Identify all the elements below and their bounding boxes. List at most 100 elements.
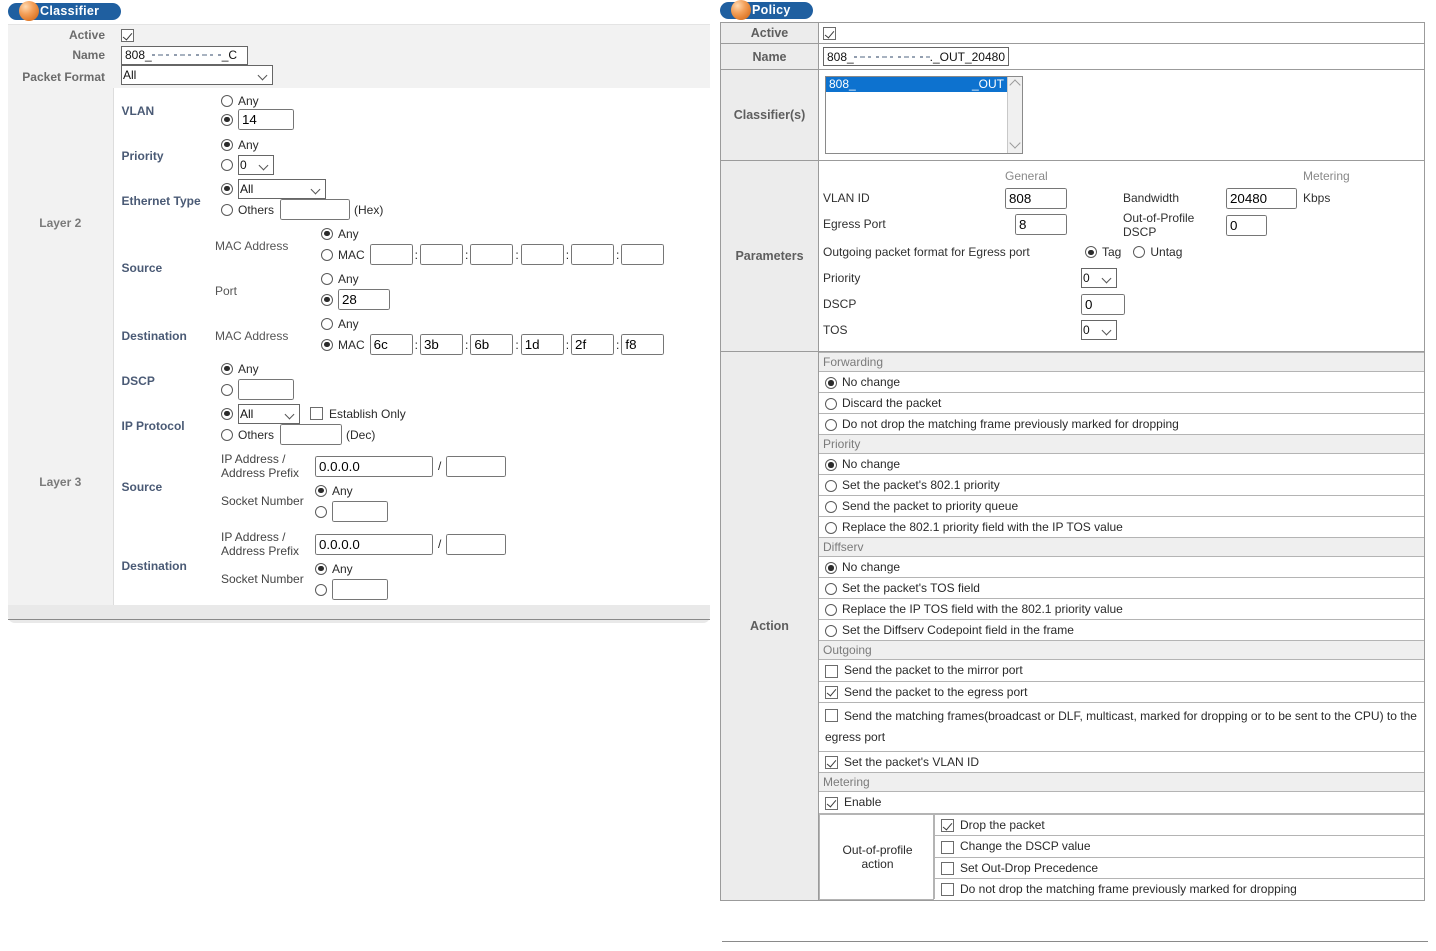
src-mac-octet-1[interactable] xyxy=(420,244,464,265)
chevron-up-icon[interactable] xyxy=(1009,79,1021,91)
packet-format-select[interactable]: All xyxy=(121,65,273,85)
src-port-input[interactable] xyxy=(338,289,390,310)
l3-src-ip-input[interactable] xyxy=(315,455,433,477)
diffserv-radio-1[interactable] xyxy=(825,583,837,596)
ethertype-others-input[interactable] xyxy=(280,199,351,220)
ethertype-select[interactable]: All xyxy=(238,178,326,199)
src-port-value-radio[interactable] xyxy=(321,293,333,306)
classifier-name-input[interactable]: 808_ _C xyxy=(121,45,248,65)
diffserv-radio-3[interactable] xyxy=(825,625,837,638)
diffserv-radio-2[interactable] xyxy=(825,604,837,617)
l3-src-socket-value-radio[interactable] xyxy=(315,505,327,518)
chevron-down-icon[interactable] xyxy=(1009,137,1021,149)
dst-mac-octet-5[interactable] xyxy=(621,334,665,355)
priority-radio-2[interactable] xyxy=(825,501,837,514)
classifier-listbox-scrollbar[interactable] xyxy=(1007,77,1022,154)
egress-port-input[interactable] xyxy=(1015,213,1067,235)
priority-select[interactable]: 0 xyxy=(238,155,274,175)
metering-enable-checkbox[interactable] xyxy=(825,796,838,810)
metering-enable-row[interactable]: Enable xyxy=(819,791,1424,814)
l3-src-socket-input[interactable] xyxy=(332,501,388,522)
priority-option-2[interactable]: Send the packet to priority queue xyxy=(819,495,1424,518)
ip-protocol-others-radio[interactable] xyxy=(221,428,233,441)
ip-protocol-select[interactable]: All xyxy=(238,403,300,424)
l3-dst-socket-input[interactable] xyxy=(332,579,388,600)
l3-dscp-value-radio[interactable] xyxy=(221,383,233,396)
ethertype-others-radio[interactable] xyxy=(221,203,233,216)
dst-mac-octet-2[interactable] xyxy=(470,334,514,355)
forwarding-option-0[interactable]: No change xyxy=(819,371,1424,394)
src-mac-octet-4[interactable] xyxy=(571,244,615,265)
outgoing-checkbox-1[interactable] xyxy=(825,685,838,699)
l3-dst-socket-value-radio[interactable] xyxy=(315,583,327,596)
priority-radio-1[interactable] xyxy=(825,480,837,493)
l3-dst-ip-input[interactable] xyxy=(315,533,433,555)
policy-name-input[interactable]: 808_ ._OUT_20480 xyxy=(823,47,1009,67)
src-mac-any-radio[interactable] xyxy=(321,227,333,240)
forwarding-option-2[interactable]: Do not drop the matching frame previousl… xyxy=(819,413,1424,436)
oop-checkbox-3[interactable] xyxy=(941,883,954,897)
l3-dst-prefix-input[interactable] xyxy=(446,533,507,555)
oop-checkbox-1[interactable] xyxy=(941,840,954,854)
out-of-profile-dscp-input[interactable] xyxy=(1226,214,1267,236)
oop-option-2[interactable]: Set Out-Drop Precedence xyxy=(934,856,1424,880)
dst-mac-octet-4[interactable] xyxy=(571,334,615,355)
priority-any-radio[interactable] xyxy=(221,138,233,151)
establish-only-checkbox[interactable] xyxy=(310,407,323,420)
ip-protocol-preset-radio[interactable] xyxy=(221,407,233,420)
outgoing-option-3[interactable]: Set the packet's VLAN ID xyxy=(819,750,1424,774)
src-mac-octet-0[interactable] xyxy=(369,244,413,265)
priority-radio-0[interactable] xyxy=(825,459,837,472)
priority-option-3[interactable]: Replace the 802.1 priority field with th… xyxy=(819,516,1424,539)
l3-dscp-any-radio[interactable] xyxy=(221,362,233,375)
l3-src-prefix-input[interactable] xyxy=(446,455,507,477)
outgoing-format-tag-radio[interactable] xyxy=(1085,246,1097,259)
ethertype-preset-radio[interactable] xyxy=(221,182,233,195)
src-mac-octet-3[interactable] xyxy=(520,244,564,265)
diffserv-option-1[interactable]: Set the packet's TOS field xyxy=(819,577,1424,600)
ip-protocol-others-input[interactable] xyxy=(280,424,343,445)
src-port-any-radio[interactable] xyxy=(321,272,333,285)
src-mac-octet-5[interactable] xyxy=(621,244,665,265)
oop-option-0[interactable]: Drop the packet xyxy=(934,814,1424,837)
vlan-id-input[interactable] xyxy=(1005,187,1067,209)
vlan-value-radio[interactable] xyxy=(221,113,233,126)
forwarding-option-1[interactable]: Discard the packet xyxy=(819,392,1424,415)
oop-checkbox-2[interactable] xyxy=(941,862,954,876)
classifier-list-item[interactable]: 808_ _OUT xyxy=(826,77,1007,93)
src-mac-value-radio[interactable] xyxy=(321,248,333,261)
priority-radio-3[interactable] xyxy=(825,522,837,535)
bandwidth-input[interactable] xyxy=(1226,187,1297,209)
l3-dscp-input[interactable] xyxy=(238,379,294,400)
dst-mac-any-radio[interactable] xyxy=(321,317,333,330)
priority-option-1[interactable]: Set the packet's 802.1 priority xyxy=(819,474,1424,497)
policy-dscp-input[interactable] xyxy=(1081,293,1125,315)
oop-option-3[interactable]: Do not drop the matching frame previousl… xyxy=(934,878,1424,900)
outgoing-option-1[interactable]: Send the packet to the egress port xyxy=(819,680,1424,703)
forwarding-radio-1[interactable] xyxy=(825,398,837,411)
policy-active-checkbox[interactable] xyxy=(823,27,836,41)
priority-value-radio[interactable] xyxy=(221,159,233,171)
outgoing-checkbox-3[interactable] xyxy=(825,756,838,770)
vlan-any-radio[interactable] xyxy=(221,94,233,107)
outgoing-format-untag-radio[interactable] xyxy=(1133,246,1146,259)
classifier-active-checkbox[interactable] xyxy=(121,29,134,43)
classifier-listbox[interactable]: 808_ _OUT xyxy=(825,76,1023,155)
l3-dst-socket-any-radio[interactable] xyxy=(315,562,327,575)
dst-mac-octet-1[interactable] xyxy=(420,334,464,355)
policy-priority-select[interactable]: 0 xyxy=(1081,268,1117,289)
diffserv-option-3[interactable]: Set the Diffserv Codepoint field in the … xyxy=(819,619,1424,642)
dst-mac-octet-3[interactable] xyxy=(520,334,564,355)
vlan-input[interactable] xyxy=(238,109,294,130)
outgoing-checkbox-0[interactable] xyxy=(825,664,838,678)
l3-src-socket-any-radio[interactable] xyxy=(315,484,327,497)
src-mac-octet-2[interactable] xyxy=(470,244,514,265)
dst-mac-octet-0[interactable] xyxy=(369,334,413,355)
diffserv-option-2[interactable]: Replace the IP TOS field with the 802.1 … xyxy=(819,598,1424,621)
outgoing-option-2[interactable]: Send the matching frames(broadcast or DL… xyxy=(819,701,1424,752)
forwarding-radio-0[interactable] xyxy=(825,377,837,390)
diffserv-radio-0[interactable] xyxy=(825,562,837,575)
priority-option-0[interactable]: No change xyxy=(819,453,1424,476)
outgoing-option-0[interactable]: Send the packet to the mirror port xyxy=(819,659,1424,682)
outgoing-checkbox-2[interactable] xyxy=(825,709,838,723)
